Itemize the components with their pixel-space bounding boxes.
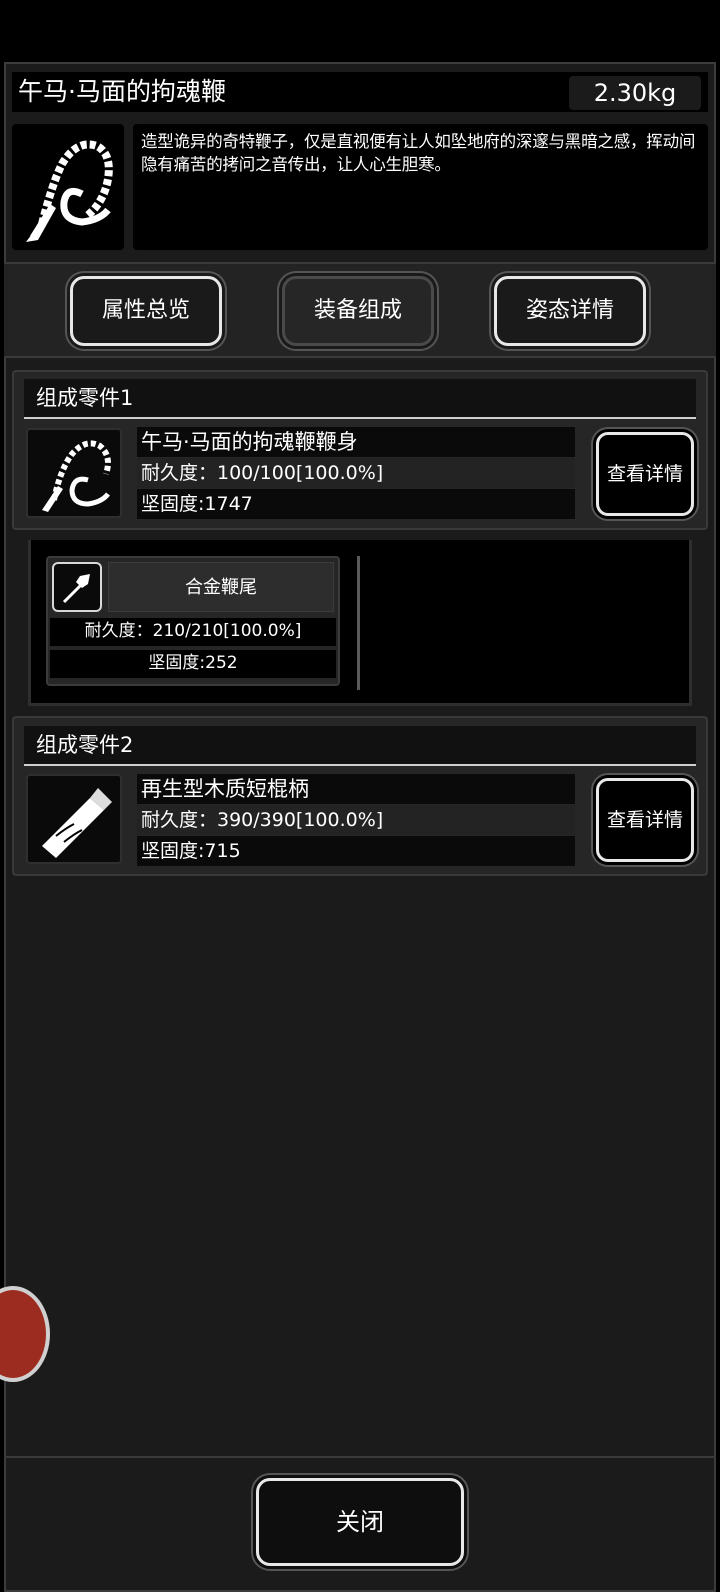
wooden-handle-icon: [26, 774, 122, 864]
part-name: 再生型木质短棍柄: [137, 774, 575, 804]
subpart-durability: 耐久度：210/210[100.0%]: [50, 618, 336, 646]
part-hardness: 坚固度:715: [137, 836, 575, 866]
part-header: 组成零件1: [24, 379, 696, 419]
whip-tail-icon: [52, 562, 102, 612]
tab-attributes[interactable]: 属性总览: [70, 276, 222, 346]
subpart-name: 合金鞭尾: [108, 562, 334, 612]
subpart-hardness: 坚固度:252: [50, 650, 336, 678]
whip-body-icon: [26, 428, 122, 518]
tab-stance-details[interactable]: 姿态详情: [494, 276, 646, 346]
part-durability: 耐久度：390/390[100.0%]: [137, 805, 575, 835]
part-hardness: 坚固度:1747: [137, 489, 575, 519]
item-description: 造型诡异的奇特鞭子，仅是直视便有让人如坠地府的深邃与黑暗之感，挥动间隐有痛苦的拷…: [133, 124, 708, 250]
part-durability: 耐久度：100/100[100.0%]: [137, 458, 575, 488]
view-details-button[interactable]: 查看详情: [596, 778, 694, 862]
item-weight: 2.30kg: [569, 76, 701, 110]
item-name: 午马·马面的拘魂鞭: [18, 77, 226, 106]
view-details-button[interactable]: 查看详情: [596, 432, 694, 516]
divider: [4, 1456, 716, 1458]
part-name: 午马·马面的拘魂鞭鞭身: [137, 427, 575, 457]
subpart-scrollbar[interactable]: [357, 556, 360, 690]
tab-equipment-composition[interactable]: 装备组成: [282, 276, 434, 346]
whip-icon: [12, 124, 124, 250]
close-button[interactable]: 关闭: [256, 1478, 464, 1566]
part-header: 组成零件2: [24, 726, 696, 766]
